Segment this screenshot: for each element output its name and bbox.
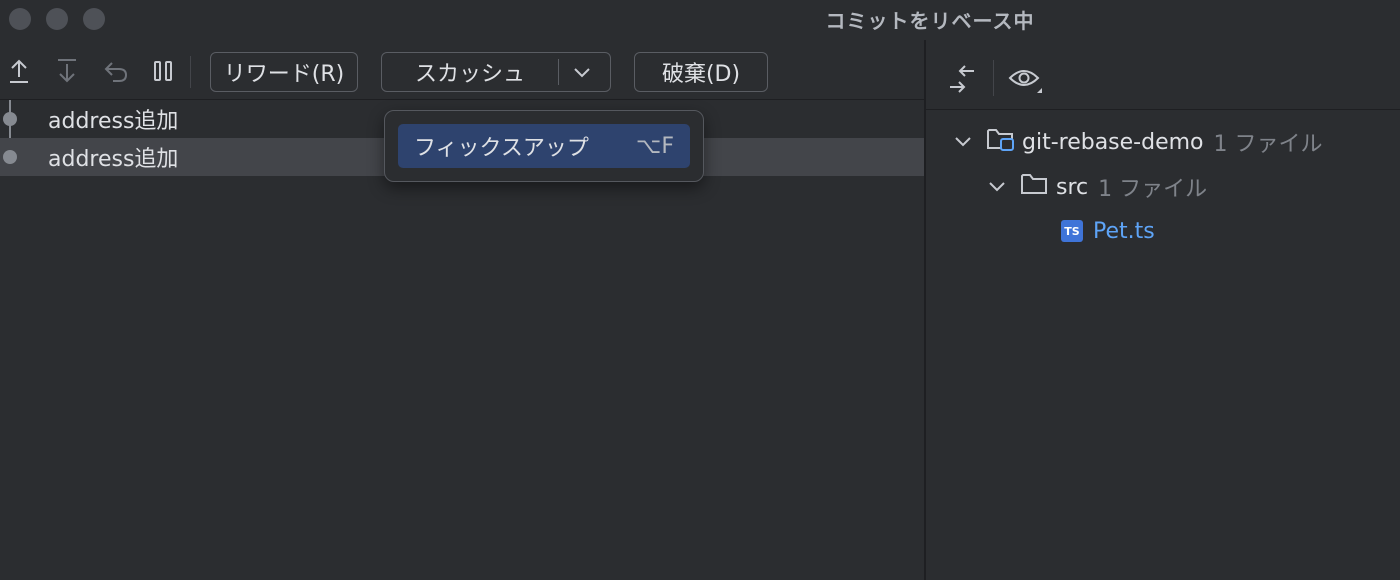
title-bar: コミットをリベース中 [0, 0, 1400, 40]
eye-icon[interactable] [1008, 66, 1044, 98]
commit-message: address追加 [48, 109, 179, 134]
pause-icon[interactable] [150, 58, 176, 84]
rebase-toolbar: リワード(R) スカッシュ 破棄(D) [0, 40, 924, 100]
minimize-window-button[interactable] [46, 8, 68, 30]
commit-message: address追加 [48, 147, 179, 172]
chevron-down-icon[interactable] [572, 63, 592, 88]
commit-graph-node [3, 112, 17, 126]
tree-row-file[interactable]: TS Pet.ts [1061, 213, 1155, 249]
tree-item-name: git-rebase-demo [1022, 129, 1204, 155]
commit-graph-node [3, 150, 17, 164]
drop-button[interactable]: 破棄(D) [634, 52, 768, 92]
tree-item-count: 1 ファイル [1213, 132, 1323, 157]
squash-split-divider [558, 59, 559, 85]
chevron-down-icon[interactable] [954, 130, 972, 155]
undo-icon[interactable] [103, 58, 129, 84]
tree-row-src[interactable]: src 1 ファイル [988, 169, 1207, 205]
fixup-menu-item-label: フィックスアップ [414, 136, 589, 161]
arrow-down-icon[interactable] [54, 58, 80, 84]
collapse-arrows-icon[interactable] [946, 64, 978, 98]
typescript-file-icon: TS [1061, 220, 1083, 242]
close-window-button[interactable] [9, 8, 31, 30]
changes-pane: git-rebase-demo 1 ファイル src 1 ファイル TS Pet… [926, 40, 1400, 580]
maximize-window-button[interactable] [83, 8, 105, 30]
arrow-up-icon[interactable] [6, 58, 32, 84]
tree-row-root[interactable]: git-rebase-demo 1 ファイル [954, 124, 1323, 160]
toolbar-separator [993, 60, 994, 96]
squash-button-label[interactable]: スカッシュ [382, 56, 558, 88]
tree-item-count: 1 ファイル [1098, 177, 1208, 202]
tree-item-name: src [1056, 174, 1089, 200]
window-title: コミットをリベース中 [825, 9, 1035, 33]
module-folder-icon [986, 126, 1016, 158]
reword-button[interactable]: リワード(R) [210, 52, 358, 92]
squash-options-popup: フィックスアップ ⌥F [384, 110, 704, 182]
fixup-shortcut: ⌥F [635, 133, 674, 159]
changes-toolbar [926, 40, 1400, 110]
squash-split-button[interactable]: スカッシュ [381, 52, 611, 92]
chevron-down-icon[interactable] [988, 175, 1006, 200]
fixup-menu-item[interactable]: フィックスアップ ⌥F [398, 124, 690, 168]
file-name[interactable]: Pet.ts [1093, 219, 1155, 244]
toolbar-separator [190, 56, 191, 88]
folder-icon [1020, 172, 1048, 202]
